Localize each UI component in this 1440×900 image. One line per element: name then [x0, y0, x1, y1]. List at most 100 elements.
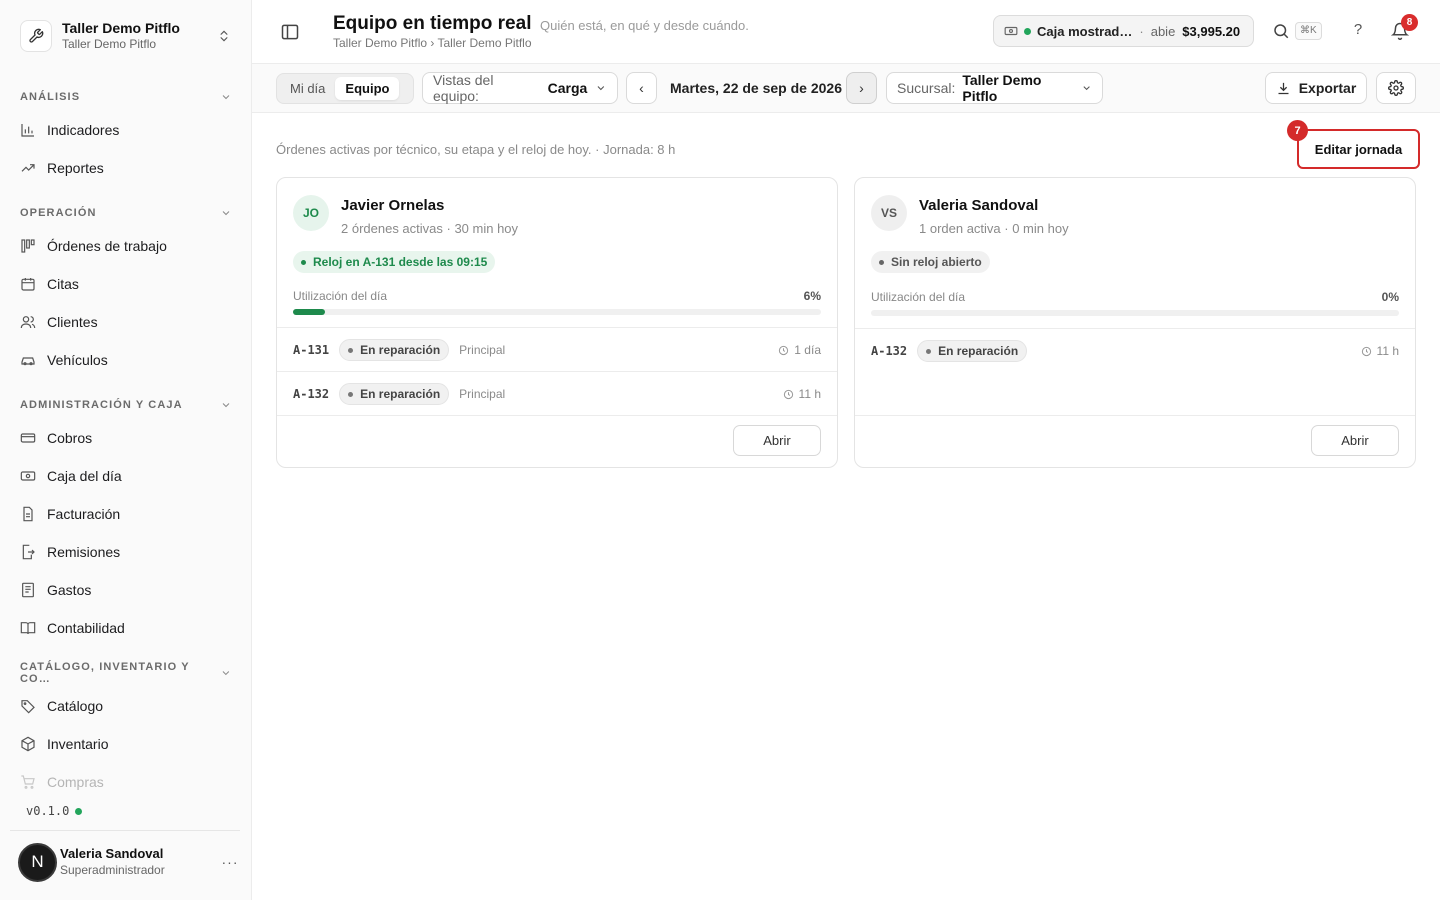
technician-card: JO Javier Ornelas 2 órdenes activas · 30…: [276, 177, 838, 468]
sidebar-item-citas[interactable]: Citas: [10, 265, 242, 303]
nav-section-operacion: OPERACIÓN Órdenes de trabajo Citas Clien…: [10, 199, 242, 379]
order-row[interactable]: A-132 En reparación Principal 11 h: [277, 372, 837, 416]
stage-badge: En reparación: [339, 383, 450, 405]
order-elapsed: 11 h: [783, 387, 821, 401]
tab-mi-dia[interactable]: Mi día: [280, 77, 335, 100]
order-elapsed: 11 h: [1361, 344, 1399, 358]
avatar: VS: [871, 195, 907, 231]
stage-badge: En reparación: [917, 340, 1028, 362]
nav-section-administracion: ADMINISTRACIÓN Y CAJA Cobros Caja del dí…: [10, 391, 242, 647]
nav-section-analisis: ANÁLISIS Indicadores Reportes: [10, 83, 242, 187]
download-icon: [1278, 82, 1289, 94]
team-view-select[interactable]: Vistas del equipo: Carga: [422, 72, 618, 104]
open-button[interactable]: Abrir: [733, 425, 821, 456]
technician-name: Javier Ornelas: [341, 197, 445, 214]
section-header-analisis[interactable]: ANÁLISIS: [10, 83, 242, 111]
clock-status-badge: Sin reloj abierto: [871, 251, 990, 273]
utilization-label: Utilización del día: [871, 290, 966, 304]
sidebar-item-contabilidad[interactable]: Contabilidad: [10, 609, 242, 647]
notification-badge: 8: [1401, 14, 1418, 31]
sidebar-item-cobros[interactable]: Cobros: [10, 419, 242, 457]
calendar-icon: [20, 276, 36, 292]
elapsed-label: 11 h: [798, 387, 821, 401]
status-dot: [1024, 27, 1031, 35]
package-icon: [20, 736, 36, 752]
chevron-down-icon: [222, 403, 230, 408]
order-row[interactable]: A-131 En reparación Principal 1 día: [277, 328, 837, 372]
help-button[interactable]: ?: [1349, 21, 1367, 41]
order-branch: Principal: [459, 387, 506, 401]
chevron-down-icon: [222, 211, 230, 216]
sidebar-item-catalogo[interactable]: Catálogo: [10, 687, 242, 725]
sidebar-item-clientes[interactable]: Clientes: [10, 303, 242, 341]
avatar: JO: [293, 195, 329, 231]
sidebar-item-remisiones[interactable]: Remisiones: [10, 533, 242, 571]
order-id: A-132: [293, 387, 330, 401]
sidebar-item-facturacion[interactable]: Facturación: [10, 495, 242, 533]
section-title: CATÁLOGO, INVENTARIO Y CO…: [20, 661, 190, 685]
order-row[interactable]: A-132 En reparación 11 h: [855, 329, 1415, 373]
sidebar-item-inventario[interactable]: Inventario: [10, 725, 242, 763]
user-menu[interactable]: N Valeria Sandoval Superadministrador ··…: [18, 841, 242, 883]
clock-status-badge: Reloj en A-131 desde las 09:15: [293, 251, 496, 273]
workspace-name: Taller Demo Pitflo: [62, 20, 180, 36]
sidebar-item-compras[interactable]: Compras: [10, 763, 242, 801]
technician-card: VS Valeria Sandoval 1 orden activa · 0 m…: [854, 177, 1416, 468]
stage-label: En reparación: [360, 387, 441, 401]
more-icon[interactable]: ···: [218, 854, 242, 870]
select-label: Vistas del equipo:: [433, 72, 494, 104]
stage-badge: En reparación: [339, 339, 450, 361]
sidebar-item-caja[interactable]: Caja del día: [10, 457, 242, 495]
view-tabs: Mi día Equipo: [276, 73, 414, 104]
sidebar-item-label: Catálogo: [47, 698, 104, 714]
clock-status-label: Sin reloj abierto: [891, 255, 982, 269]
gear-icon: [1388, 80, 1404, 96]
utilization-percent: 6%: [803, 289, 821, 303]
workspace-switcher[interactable]: Taller Demo Pitflo Taller Demo Pitflo: [10, 10, 242, 62]
utilization-percent: 0%: [1381, 290, 1399, 304]
sidebar-item-vehiculos[interactable]: Vehículos: [10, 341, 242, 379]
section-title: ANÁLISIS: [20, 91, 81, 103]
edit-schedule-button[interactable]: Editar jornada: [1297, 129, 1420, 169]
order-id: A-131: [293, 343, 330, 357]
page-title: Equipo en tiempo real: [333, 13, 532, 34]
search-icon[interactable]: [1272, 22, 1290, 40]
section-header-operacion[interactable]: OPERACIÓN: [10, 199, 242, 227]
sidebar-item-label: Clientes: [47, 314, 98, 330]
sidebar-item-ordenes[interactable]: Órdenes de trabajo: [10, 227, 242, 265]
breadcrumb: Taller Demo Pitflo › Taller Demo Pitflo: [333, 36, 532, 50]
sidebar-item-label: Órdenes de trabajo: [47, 238, 167, 254]
cash-register-status[interactable]: Caja mostrad… · abie $3,995.20: [993, 15, 1254, 47]
user-name: Valeria Sandoval: [60, 846, 164, 861]
users-icon: [20, 314, 36, 330]
section-header-catalogo[interactable]: CATÁLOGO, INVENTARIO Y CO…: [10, 659, 242, 687]
sidebar-toggle-icon[interactable]: [280, 22, 300, 42]
select-label: Sucursal:: [897, 80, 956, 96]
status-dot: [926, 348, 932, 354]
elapsed-label: 1 día: [794, 343, 821, 357]
section-header-administracion[interactable]: ADMINISTRACIÓN Y CAJA: [10, 391, 242, 419]
divider: [277, 415, 837, 416]
sidebar-item-gastos[interactable]: Gastos: [10, 571, 242, 609]
sidebar-item-label: Caja del día: [47, 468, 122, 484]
search-shortcut: ⌘K: [1295, 22, 1322, 40]
stage-label: En reparación: [938, 344, 1019, 358]
next-day-button[interactable]: ›: [846, 72, 877, 104]
cart-icon: [20, 774, 36, 790]
sidebar-item-reportes[interactable]: Reportes: [10, 149, 242, 187]
branch-select[interactable]: Sucursal: Taller Demo Pitflo: [886, 72, 1103, 104]
cash-name: Caja mostrad…: [1037, 23, 1133, 39]
kanban-icon: [20, 238, 36, 254]
open-button[interactable]: Abrir: [1311, 425, 1399, 456]
prev-day-button[interactable]: ‹: [626, 72, 657, 104]
chevrons-up-down-icon: [216, 28, 232, 44]
workspace-subtitle: Taller Demo Pitflo: [62, 37, 157, 51]
utilization-bar: [293, 309, 821, 315]
export-button[interactable]: Exportar: [1265, 72, 1367, 104]
clock-icon: [779, 345, 789, 355]
tab-equipo[interactable]: Equipo: [335, 77, 400, 100]
sidebar-item-indicadores[interactable]: Indicadores: [10, 111, 242, 149]
sidebar-item-label: Citas: [47, 276, 79, 292]
settings-button[interactable]: [1376, 72, 1416, 104]
trending-up-icon: [20, 160, 36, 176]
